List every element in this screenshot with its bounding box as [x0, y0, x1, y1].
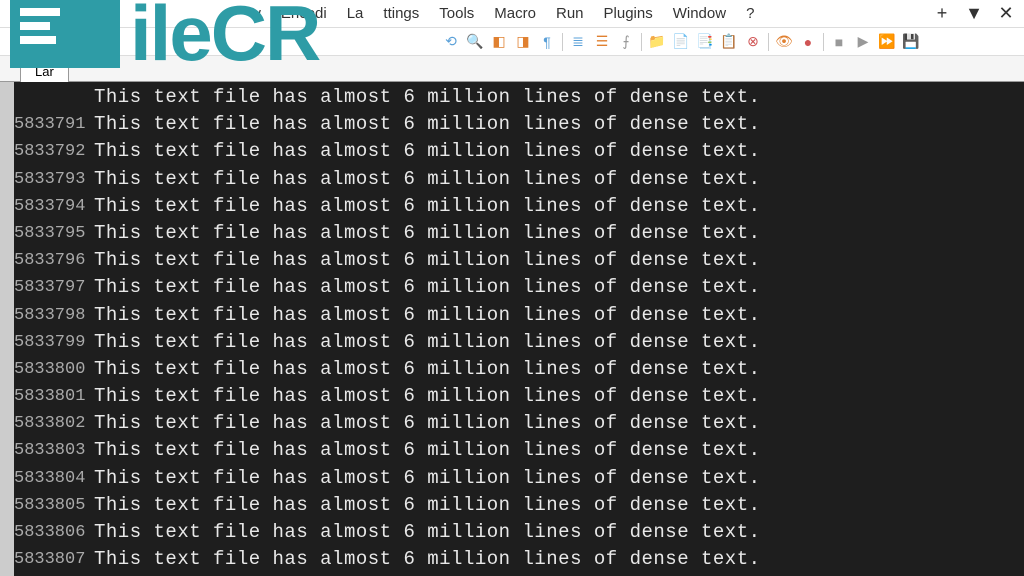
text-line: This text file has almost 6 million line… — [94, 437, 1024, 464]
text-line: This text file has almost 6 million line… — [94, 410, 1024, 437]
list-icon[interactable]: ☰ — [591, 31, 613, 53]
line-number: 5833799 — [14, 329, 80, 356]
text-line: This text file has almost 6 million line… — [94, 193, 1024, 220]
text-line: This text file has almost 6 million line… — [94, 247, 1024, 274]
close2-icon[interactable]: ⊗ — [742, 31, 764, 53]
toolbar: ⟲🔍◧◨¶ ≣☰⨍ 📁📄📑📋⊗ 👁● ■▶⏩💾 — [0, 28, 1024, 56]
menu-language[interactable]: La — [337, 1, 374, 26]
menu-help[interactable]: ? — [736, 1, 764, 26]
doc3-icon[interactable]: 📋 — [718, 31, 740, 53]
doc1-icon[interactable]: 📄 — [670, 31, 692, 53]
search-icon[interactable]: 🔍 — [464, 31, 486, 53]
text-line: This text file has almost 6 million line… — [94, 220, 1024, 247]
text-line: This text file has almost 6 million line… — [94, 111, 1024, 138]
line-number-gutter: 5833791583379258337935833794583379558337… — [14, 82, 86, 576]
menu-macro[interactable]: Macro — [484, 1, 546, 26]
menu-window[interactable]: Window — [663, 1, 736, 26]
line-number: 5833800 — [14, 356, 80, 383]
line-number: 5833806 — [14, 519, 80, 546]
margin-strip — [0, 82, 14, 576]
menubar: w Encodi La ttings Tools Macro Run Plugi… — [0, 0, 1024, 28]
text-line: This text file has almost 6 million line… — [94, 546, 1024, 573]
menu-tools[interactable]: Tools — [429, 1, 484, 26]
text-line: This text file has almost 6 million line… — [94, 519, 1024, 546]
indent-icon[interactable]: ≣ — [567, 31, 589, 53]
edit-badge: Edit — [54, 2, 94, 21]
line-number: 5833793 — [14, 166, 80, 193]
wrap-icon[interactable]: ⟲ — [440, 31, 462, 53]
para-icon[interactable]: ¶ — [536, 31, 558, 53]
dropdown-button[interactable]: ▼ — [964, 3, 984, 24]
line-number — [14, 84, 80, 111]
text-line: This text file has almost 6 million line… — [94, 356, 1024, 383]
text-line: This text file has almost 6 million line… — [94, 492, 1024, 519]
menu-settings[interactable]: ttings — [373, 1, 429, 26]
line-number: 5833807 — [14, 546, 80, 573]
play-icon[interactable]: ▶ — [852, 31, 874, 53]
line-number: 5833796 — [14, 247, 80, 274]
add-button[interactable]: + — [932, 3, 952, 24]
editor-area: 5833791583379258337935833794583379558337… — [0, 82, 1024, 576]
func-icon[interactable]: ⨍ — [615, 31, 637, 53]
line-number: 5833798 — [14, 302, 80, 329]
line-number: 5833792 — [14, 138, 80, 165]
tab-bar: Lar — [0, 56, 1024, 82]
text-line: This text file has almost 6 million line… — [94, 329, 1024, 356]
text-line: This text file has almost 6 million line… — [94, 166, 1024, 193]
menu-encoding[interactable]: Encodi — [271, 1, 337, 26]
rec-icon[interactable]: ● — [797, 31, 819, 53]
ff-icon[interactable]: ⏩ — [876, 31, 898, 53]
menu-run[interactable]: Run — [546, 1, 594, 26]
text-line: This text file has almost 6 million line… — [94, 138, 1024, 165]
line-number: 5833804 — [14, 465, 80, 492]
line-number: 5833797 — [14, 274, 80, 301]
view1-icon[interactable]: ◧ — [488, 31, 510, 53]
text-line: This text file has almost 6 million line… — [94, 274, 1024, 301]
view2-icon[interactable]: ◨ — [512, 31, 534, 53]
line-number: 5833802 — [14, 410, 80, 437]
line-number: 5833805 — [14, 492, 80, 519]
doc2-icon[interactable]: 📑 — [694, 31, 716, 53]
save-macro-icon[interactable]: 💾 — [900, 31, 922, 53]
text-line: This text file has almost 6 million line… — [94, 383, 1024, 410]
close-button[interactable]: ✕ — [996, 3, 1016, 24]
line-number: 5833794 — [14, 193, 80, 220]
text-line: This text file has almost 6 million line… — [94, 302, 1024, 329]
menu-plugins[interactable]: Plugins — [594, 1, 663, 26]
text-editor[interactable]: This text file has almost 6 million line… — [86, 82, 1024, 576]
text-line: This text file has almost 6 million line… — [94, 84, 1024, 111]
line-number: 5833801 — [14, 383, 80, 410]
stop-icon[interactable]: ■ — [828, 31, 850, 53]
text-line: This text file has almost 6 million line… — [94, 465, 1024, 492]
menu-view[interactable]: w — [240, 1, 271, 26]
folder-icon[interactable]: 📁 — [646, 31, 668, 53]
tab-file[interactable]: Lar — [20, 60, 69, 82]
line-number: 5833795 — [14, 220, 80, 247]
eye-icon[interactable]: 👁 — [773, 31, 795, 53]
line-number: 5833791 — [14, 111, 80, 138]
line-number: 5833803 — [14, 437, 80, 464]
